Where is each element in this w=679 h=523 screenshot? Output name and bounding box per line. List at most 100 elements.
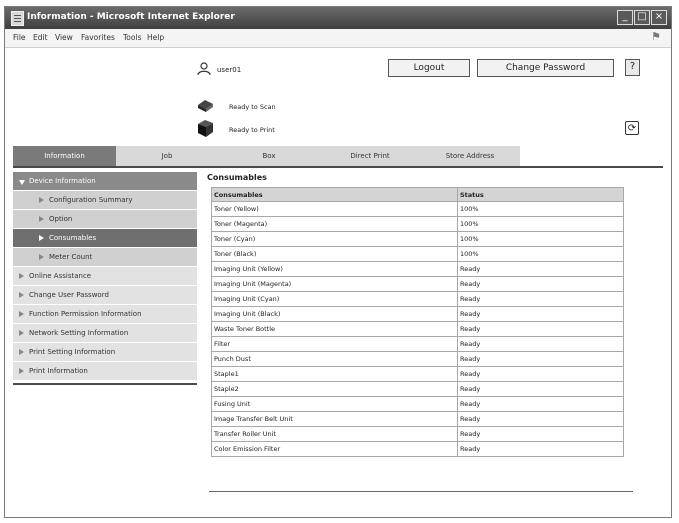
- user-icon: [197, 62, 211, 76]
- table-row: Imaging Unit (Black) Ready: [211, 306, 624, 322]
- table-row: Waste Toner Bottle Ready: [211, 321, 624, 337]
- table-row: Toner (Yellow) 100%: [211, 201, 624, 217]
- maximize-icon: □: [637, 11, 647, 22]
- menu-edit[interactable]: Edit: [33, 33, 48, 42]
- table-row: Fusing Unit Ready: [211, 396, 624, 412]
- menu-bar: File Edit View Favorites Tools Help ⚑: [5, 29, 671, 48]
- consumable-name: Imaging Unit (Yellow): [211, 261, 458, 277]
- triangle-right-icon: [19, 349, 24, 355]
- tab-bar: Information Job Box Direct Print Store A…: [13, 146, 520, 166]
- consumable-status: Ready: [457, 291, 624, 307]
- tab-information[interactable]: Information: [13, 146, 116, 166]
- sidebar-item-network-setting-information[interactable]: Network Setting Information: [13, 324, 197, 343]
- consumable-name: Color Emission Filter: [211, 441, 458, 457]
- consumable-name: Imaging Unit (Cyan): [211, 291, 458, 307]
- consumables-table: Consumables Status Toner (Yellow) 100% Ton…: [211, 187, 624, 457]
- menu-help[interactable]: Help: [147, 33, 164, 42]
- consumable-name: Transfer Roller Unit: [211, 426, 458, 442]
- consumable-status: Ready: [457, 336, 624, 352]
- consumable-status: Ready: [457, 321, 624, 337]
- page-header: user01 Logout Change Password ? Ready to…: [5, 48, 671, 148]
- tab-job[interactable]: Job: [116, 146, 218, 166]
- consumable-status: Ready: [457, 261, 624, 277]
- refresh-icon[interactable]: ⟳: [625, 121, 639, 135]
- table-row: Imaging Unit (Cyan) Ready: [211, 291, 624, 307]
- scanner-icon: [198, 100, 213, 112]
- consumable-status: Ready: [457, 351, 624, 367]
- consumable-status: 100%: [457, 216, 624, 232]
- table-row: Toner (Magenta) 100%: [211, 216, 624, 232]
- triangle-right-icon: [39, 197, 44, 203]
- menu-tools[interactable]: Tools: [123, 33, 141, 42]
- triangle-right-icon: [19, 273, 24, 279]
- consumable-status: Ready: [457, 306, 624, 322]
- sidebar-item-print-setting-information[interactable]: Print Setting Information: [13, 343, 197, 362]
- consumable-name: Image Transfer Belt Unit: [211, 411, 458, 427]
- sidebar-item-meter-count[interactable]: Meter Count: [13, 248, 197, 267]
- window-title: Information - Microsoft Internet Explore…: [27, 12, 235, 22]
- printer-icon: [198, 120, 213, 137]
- close-icon: ×: [654, 11, 664, 22]
- username: user01: [217, 66, 242, 74]
- consumable-status: 100%: [457, 246, 624, 262]
- sidebar-item-function-permission-information[interactable]: Function Permission Information: [13, 305, 197, 324]
- print-status: Ready to Print: [229, 126, 275, 134]
- tab-direct-print[interactable]: Direct Print: [320, 146, 420, 166]
- close-button[interactable]: ×: [651, 10, 667, 25]
- consumable-name: Toner (Cyan): [211, 231, 458, 247]
- consumable-status: Ready: [457, 276, 624, 292]
- table-row: Imaging Unit (Magenta) Ready: [211, 276, 624, 292]
- table-row: Transfer Roller Unit Ready: [211, 426, 624, 442]
- menu-file[interactable]: File: [13, 33, 26, 42]
- table-row: Filter Ready: [211, 336, 624, 352]
- scan-status: Ready to Scan: [229, 103, 276, 111]
- browser-window: Information - Microsoft Internet Explore…: [4, 6, 672, 518]
- consumable-status: Ready: [457, 396, 624, 412]
- sidebar-item-option[interactable]: Option: [13, 210, 197, 229]
- consumable-name: Filter: [211, 336, 458, 352]
- sidebar-item-consumables[interactable]: Consumables: [13, 229, 197, 248]
- sidebar-item-print-information[interactable]: Print Information: [13, 362, 197, 381]
- consumable-name: Waste Toner Bottle: [211, 321, 458, 337]
- consumable-name: Imaging Unit (Magenta): [211, 276, 458, 292]
- consumable-name: Toner (Black): [211, 246, 458, 262]
- tab-divider: [13, 166, 663, 168]
- tab-store-address[interactable]: Store Address: [420, 146, 520, 166]
- logout-button[interactable]: Logout: [388, 59, 470, 77]
- tab-box[interactable]: Box: [218, 146, 320, 166]
- table-row: Image Transfer Belt Unit Ready: [211, 411, 624, 427]
- triangle-right-icon: [39, 216, 44, 222]
- menu-view[interactable]: View: [55, 33, 73, 42]
- consumable-status: Ready: [457, 411, 624, 427]
- content-divider: [209, 491, 633, 492]
- table-row: Punch Dust Ready: [211, 351, 624, 367]
- minimize-button[interactable]: _: [617, 10, 633, 25]
- sidebar-item-configuration-summary[interactable]: Configuration Summary: [13, 191, 197, 210]
- triangle-right-icon: [19, 311, 24, 317]
- triangle-right-icon: [19, 368, 24, 374]
- table-row: Imaging Unit (Yellow) Ready: [211, 261, 624, 277]
- column-header-status: Status: [457, 187, 624, 202]
- change-password-button[interactable]: Change Password: [477, 59, 614, 77]
- consumable-name: Toner (Magenta): [211, 216, 458, 232]
- sidebar-item-online-assistance[interactable]: Online Assistance: [13, 267, 197, 286]
- sidebar-item-device-information[interactable]: Device Information: [13, 172, 197, 191]
- sidebar-item-change-user-password[interactable]: Change User Password: [13, 286, 197, 305]
- help-icon[interactable]: ?: [625, 59, 640, 76]
- consumable-name: Imaging Unit (Black): [211, 306, 458, 322]
- windows-flag-icon: ⚑: [651, 30, 661, 43]
- title-bar: Information - Microsoft Internet Explore…: [5, 7, 671, 29]
- table-row: Staple2 Ready: [211, 381, 624, 397]
- sidebar-divider: [13, 383, 197, 385]
- consumable-name: Punch Dust: [211, 351, 458, 367]
- triangle-right-icon: [19, 330, 24, 336]
- table-row: Staple1 Ready: [211, 366, 624, 382]
- consumable-name: Toner (Yellow): [211, 201, 458, 217]
- menu-favorites[interactable]: Favorites: [81, 33, 115, 42]
- consumable-name: Staple1: [211, 366, 458, 382]
- consumable-status: Ready: [457, 426, 624, 442]
- maximize-button[interactable]: □: [634, 10, 650, 25]
- table-header-row: Consumables Status: [211, 187, 624, 202]
- minimize-icon: _: [622, 11, 628, 22]
- table-row: Toner (Cyan) 100%: [211, 231, 624, 247]
